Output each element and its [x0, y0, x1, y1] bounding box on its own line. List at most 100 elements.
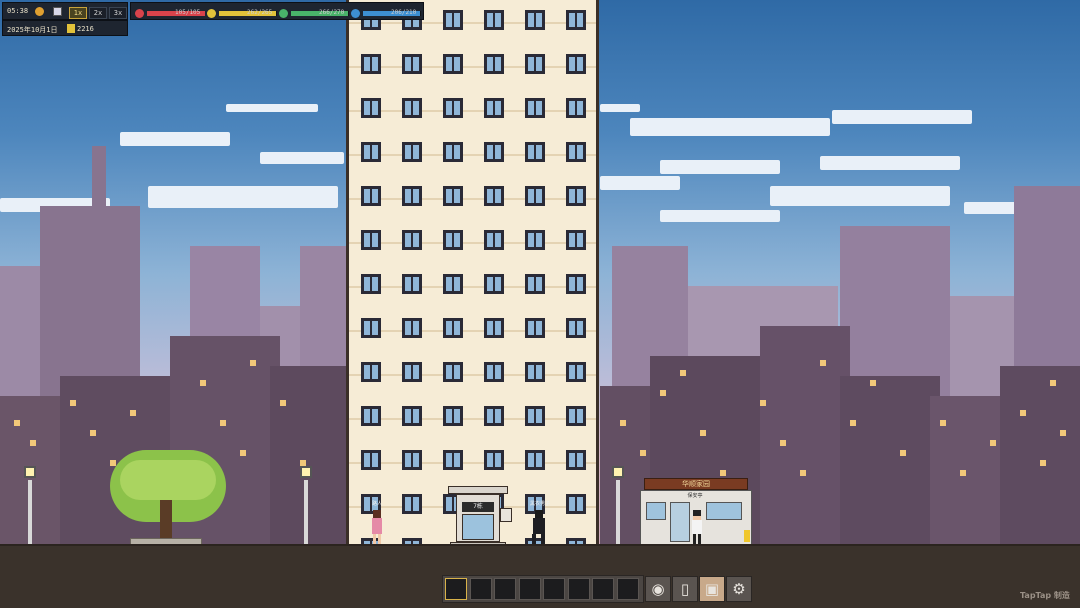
speed-3x-button[interactable]: 3x	[109, 7, 127, 19]
tower-window	[566, 406, 586, 426]
npc-man-in-black[interactable]: 黑衣男子	[530, 501, 550, 546]
tree-trunk	[160, 500, 172, 542]
booth-door[interactable]	[670, 502, 690, 542]
lit-window	[1060, 430, 1066, 436]
tower-floor-line	[349, 374, 596, 376]
npc-label: 路人	[371, 501, 382, 507]
tower-entrance[interactable]: 7栋	[448, 486, 508, 548]
lit-window	[620, 420, 626, 426]
lit-window	[70, 400, 76, 406]
tower-window	[484, 406, 504, 426]
hotbar-slot[interactable]	[567, 578, 590, 600]
date-panel: 2025年10月1日 2216	[2, 20, 128, 36]
tower-window	[443, 450, 463, 470]
tower-window	[402, 142, 422, 162]
cloud	[660, 160, 780, 174]
speed-1x-button[interactable]: 1x	[69, 7, 87, 19]
pause-button[interactable]	[53, 7, 62, 16]
cloud	[600, 104, 640, 112]
tower-window	[361, 318, 381, 338]
mailbox[interactable]	[500, 508, 512, 522]
lit-window	[130, 410, 136, 416]
tower-window	[361, 186, 381, 206]
lit-window	[660, 390, 666, 396]
tower-window	[566, 450, 586, 470]
phone-button[interactable]: ▯	[672, 576, 698, 602]
npc-security-guard[interactable]	[690, 510, 704, 546]
entrance-door[interactable]	[462, 514, 494, 540]
mood-value: 206/210	[391, 9, 417, 16]
booth-sign: 华顺家园	[644, 478, 748, 490]
hotbar-slot[interactable]	[518, 578, 541, 600]
hotbar-slot[interactable]	[494, 578, 516, 600]
person-button[interactable]: ◉	[645, 576, 671, 602]
lit-window	[680, 370, 686, 376]
tower-window	[361, 362, 381, 382]
tower-window	[361, 98, 381, 118]
tower-floor-line	[349, 330, 596, 332]
tower-window	[525, 318, 545, 338]
tower-window	[484, 230, 504, 250]
sun-icon	[35, 7, 44, 16]
hotbar-slot[interactable]	[469, 578, 492, 600]
tower-window	[402, 274, 422, 294]
booth-subsign: 保安亭	[687, 493, 703, 499]
tower-window	[484, 54, 504, 74]
tower-window	[402, 230, 422, 250]
lit-window	[30, 440, 36, 446]
tower-window	[402, 362, 422, 382]
money-amount: 2216	[77, 25, 94, 33]
backpack-button[interactable]: ▣	[699, 576, 725, 602]
stamina-value: 266/270	[319, 9, 345, 16]
lit-window	[1050, 380, 1056, 386]
tower-window	[566, 186, 586, 206]
cloud	[600, 176, 680, 190]
npc-girl[interactable]: 路人	[370, 501, 384, 546]
gear-button[interactable]: ⚙	[726, 576, 752, 602]
door-sign: 7栋	[462, 502, 494, 512]
hotbar-slot[interactable]	[445, 578, 467, 600]
tower-window	[566, 98, 586, 118]
heart-icon	[135, 9, 144, 18]
hotbar-slot[interactable]	[616, 578, 639, 600]
cloud	[832, 110, 972, 124]
lit-window	[850, 420, 856, 426]
stats-panel: 105/105 262/265 266/270 206/210	[130, 2, 424, 20]
tower-window	[443, 230, 463, 250]
hotbar-slot[interactable]	[592, 578, 614, 600]
tower-floor-line	[349, 22, 596, 24]
apartment-tower[interactable]	[346, 0, 599, 558]
tower-window	[443, 10, 463, 30]
tower-window	[443, 54, 463, 74]
cloud	[820, 156, 960, 170]
tower-window	[484, 98, 504, 118]
hotbar-slot[interactable]	[543, 578, 565, 600]
tower-window	[525, 54, 545, 74]
lit-window	[700, 430, 706, 436]
lit-window	[1020, 410, 1026, 416]
tower-floor-line	[349, 242, 596, 244]
tower-window	[525, 230, 545, 250]
tower-window	[361, 54, 381, 74]
game-time: 05:38	[7, 7, 29, 15]
npc-label: 黑衣男子	[529, 501, 550, 507]
tower-window	[525, 362, 545, 382]
tower-window	[443, 362, 463, 382]
tower-window	[443, 142, 463, 162]
lit-window	[870, 380, 876, 386]
tower-window	[525, 98, 545, 118]
lit-window	[780, 440, 786, 446]
entrance-canopy	[448, 486, 508, 494]
lit-window	[990, 440, 996, 446]
tower-window	[566, 494, 586, 514]
tower-window	[566, 54, 586, 74]
lit-window	[640, 450, 646, 456]
speed-2x-button[interactable]: 2x	[89, 7, 107, 19]
tower-window	[566, 274, 586, 294]
game-scene: 7栋 华顺家园 保安亭 路人 黑衣男子	[0, 0, 1080, 608]
lit-window	[760, 400, 766, 406]
tower-floor-line	[349, 418, 596, 420]
smile-icon	[351, 9, 360, 18]
booth-window	[646, 502, 666, 520]
tower-window	[484, 362, 504, 382]
